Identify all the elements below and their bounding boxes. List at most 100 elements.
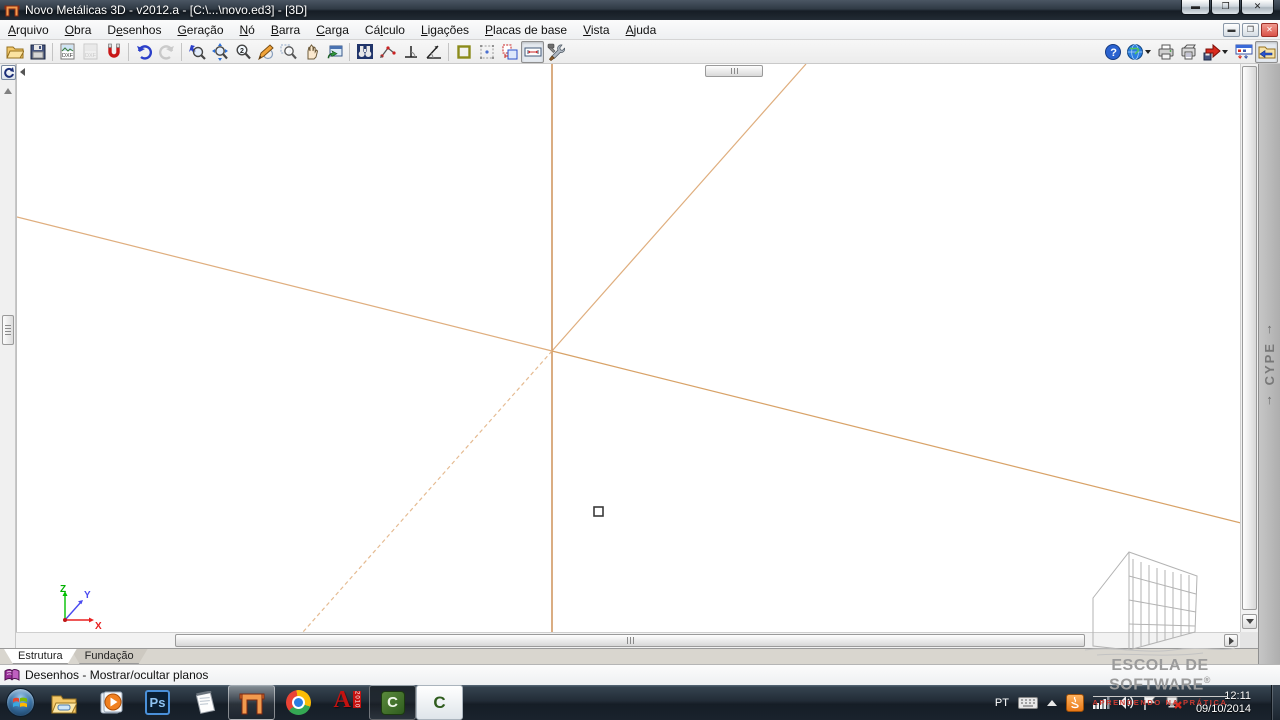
- find-binoculars-icon[interactable]: [353, 41, 376, 63]
- language-indicator[interactable]: PT: [995, 697, 1009, 709]
- menu-item-obra[interactable]: Obra: [57, 21, 100, 39]
- taskbar-chrome-button[interactable]: [275, 685, 322, 720]
- snap-grid-icon[interactable]: [475, 41, 498, 63]
- title-bar: Novo Metálicas 3D - v2012.a - [C:\...\no…: [0, 0, 1280, 20]
- menu-item-vista[interactable]: Vista: [575, 21, 617, 39]
- network-disconnected-icon[interactable]: [1166, 696, 1183, 710]
- redo-icon: [155, 41, 178, 63]
- web-globe-icon[interactable]: [1124, 41, 1154, 63]
- measure-angle-icon[interactable]: [422, 41, 445, 63]
- import-dxf-icon[interactable]: DXF: [56, 41, 79, 63]
- toolbars-config-icon[interactable]: [1232, 41, 1255, 63]
- menu-item-geração[interactable]: Geração: [169, 21, 231, 39]
- top-splitter-grip[interactable]: [705, 65, 763, 77]
- cype-up-arrow: ↑: [1266, 321, 1273, 336]
- scroll-right-button[interactable]: [1224, 634, 1238, 647]
- mdi-restore-button[interactable]: ❐: [1242, 23, 1259, 37]
- bar-nodes-icon[interactable]: [376, 41, 399, 63]
- viewport-3d[interactable]: Z Y X: [16, 64, 1240, 632]
- left-splitter-grip[interactable]: [2, 315, 14, 345]
- show-hidden-icons-button[interactable]: [1047, 700, 1057, 706]
- magnet-icon[interactable]: [102, 41, 125, 63]
- scroll-up-arrow-icon[interactable]: [4, 88, 12, 94]
- export-icon[interactable]: [1200, 41, 1232, 63]
- menu-item-arquivo[interactable]: Arquivo: [0, 21, 57, 39]
- status-text: Desenhos - Mostrar/ocultar planos: [25, 668, 208, 682]
- start-button[interactable]: [0, 685, 40, 720]
- taskbar-photoshop-button[interactable]: Ps: [134, 685, 181, 720]
- previous-window-icon[interactable]: [323, 41, 346, 63]
- tab-estrutura[interactable]: Estrutura: [4, 649, 77, 664]
- menu-item-barra[interactable]: Barra: [263, 21, 308, 39]
- photoshop-icon: Ps: [145, 690, 170, 715]
- zoom-window-icon[interactable]: [185, 41, 208, 63]
- menu-item-placas-de-base[interactable]: Placas de base: [477, 21, 575, 39]
- menu-item-cálculo[interactable]: Cálculo: [357, 21, 413, 39]
- perpendicular-icon[interactable]: [399, 41, 422, 63]
- reference-planes-icon[interactable]: [498, 41, 521, 63]
- cype-side-strip[interactable]: ↑ CYPE ↑: [1258, 64, 1280, 664]
- java-update-icon[interactable]: [1066, 694, 1084, 712]
- menu-item-ligações[interactable]: Ligações: [413, 21, 477, 39]
- status-bar: Desenhos - Mostrar/ocultar planos: [0, 664, 1280, 685]
- redraw-icon[interactable]: [254, 41, 277, 63]
- menu-item-ajuda[interactable]: Ajuda: [618, 21, 665, 39]
- media-player-icon: [99, 691, 123, 715]
- export-dropdown-arrow[interactable]: [1222, 50, 1228, 54]
- zoom-extents-icon[interactable]: [208, 41, 231, 63]
- restore-button[interactable]: ❐: [1211, 0, 1240, 15]
- taskbar-media-player-button[interactable]: [87, 685, 134, 720]
- pick-box-cursor: [594, 507, 603, 516]
- taskbar-explorer-button[interactable]: [40, 685, 87, 720]
- tools-icon[interactable]: [544, 41, 567, 63]
- tab-fundação[interactable]: Fundação: [71, 649, 148, 664]
- cype-label: CYPE: [1262, 342, 1277, 385]
- collapse-panel-arrow-icon[interactable]: [20, 68, 25, 76]
- svg-text:2: 2: [240, 48, 244, 55]
- taskbar-autocad-button[interactable]: A 2010: [322, 685, 369, 720]
- undo-icon[interactable]: [132, 41, 155, 63]
- vertical-scrollbar-thumb[interactable]: [1242, 66, 1257, 610]
- pan-hand-icon[interactable]: [300, 41, 323, 63]
- menu-item-carga[interactable]: Carga: [308, 21, 357, 39]
- plotter-icon[interactable]: [1177, 41, 1200, 63]
- mdi-close-button[interactable]: ✕: [1261, 23, 1278, 37]
- print-icon[interactable]: [1154, 41, 1177, 63]
- minimize-button[interactable]: ▬: [1181, 0, 1210, 15]
- vertical-scrollbar[interactable]: [1240, 64, 1258, 632]
- taskbar-notepad-button[interactable]: [181, 685, 228, 720]
- axis-diagonal-up: [552, 64, 806, 351]
- import-folder-icon[interactable]: [1255, 41, 1278, 63]
- open-folder-icon[interactable]: [3, 41, 26, 63]
- taskbar-camtasia-recorder-button[interactable]: C: [416, 685, 463, 720]
- taskbar-clock[interactable]: 12:11 09/10/2014: [1196, 690, 1251, 716]
- web-dropdown-arrow[interactable]: [1145, 50, 1151, 54]
- chrome-icon: [286, 690, 311, 715]
- action-center-flag-icon[interactable]: [1144, 696, 1157, 710]
- axis-shallow-right: [552, 351, 1241, 523]
- volume-icon[interactable]: [1119, 696, 1135, 709]
- show-desktop-button[interactable]: [1271, 685, 1280, 720]
- help-icon[interactable]: ?: [1101, 41, 1124, 63]
- zoom-previous-icon[interactable]: [277, 41, 300, 63]
- reference-square-icon[interactable]: [452, 41, 475, 63]
- dimension-icon[interactable]: [521, 41, 544, 63]
- horizontal-scrollbar-thumb[interactable]: [175, 634, 1085, 647]
- mdi-minimize-button[interactable]: ▬: [1223, 23, 1240, 37]
- save-icon[interactable]: [26, 41, 49, 63]
- app-icon: [4, 3, 20, 17]
- application-window: Novo Metálicas 3D - v2012.a - [C:\...\no…: [0, 0, 1280, 720]
- close-button[interactable]: ✕: [1241, 0, 1274, 15]
- horizontal-scrollbar[interactable]: [16, 632, 1240, 648]
- orbit-view-button[interactable]: [1, 65, 16, 80]
- menu-item-nó[interactable]: Nó: [232, 21, 263, 39]
- zoom-scale-icon[interactable]: 2: [231, 41, 254, 63]
- taskbar-camtasia-button[interactable]: C: [369, 685, 416, 720]
- clock-date: 09/10/2014: [1196, 703, 1251, 716]
- menu-item-desenhos[interactable]: Desenhos: [99, 21, 169, 39]
- signal-strength-icon[interactable]: [1093, 696, 1110, 709]
- toolbar-separator: [181, 43, 182, 61]
- taskbar-metalicas-button[interactable]: [228, 685, 275, 720]
- keyboard-icon[interactable]: [1018, 697, 1038, 709]
- scroll-down-button[interactable]: [1242, 614, 1257, 629]
